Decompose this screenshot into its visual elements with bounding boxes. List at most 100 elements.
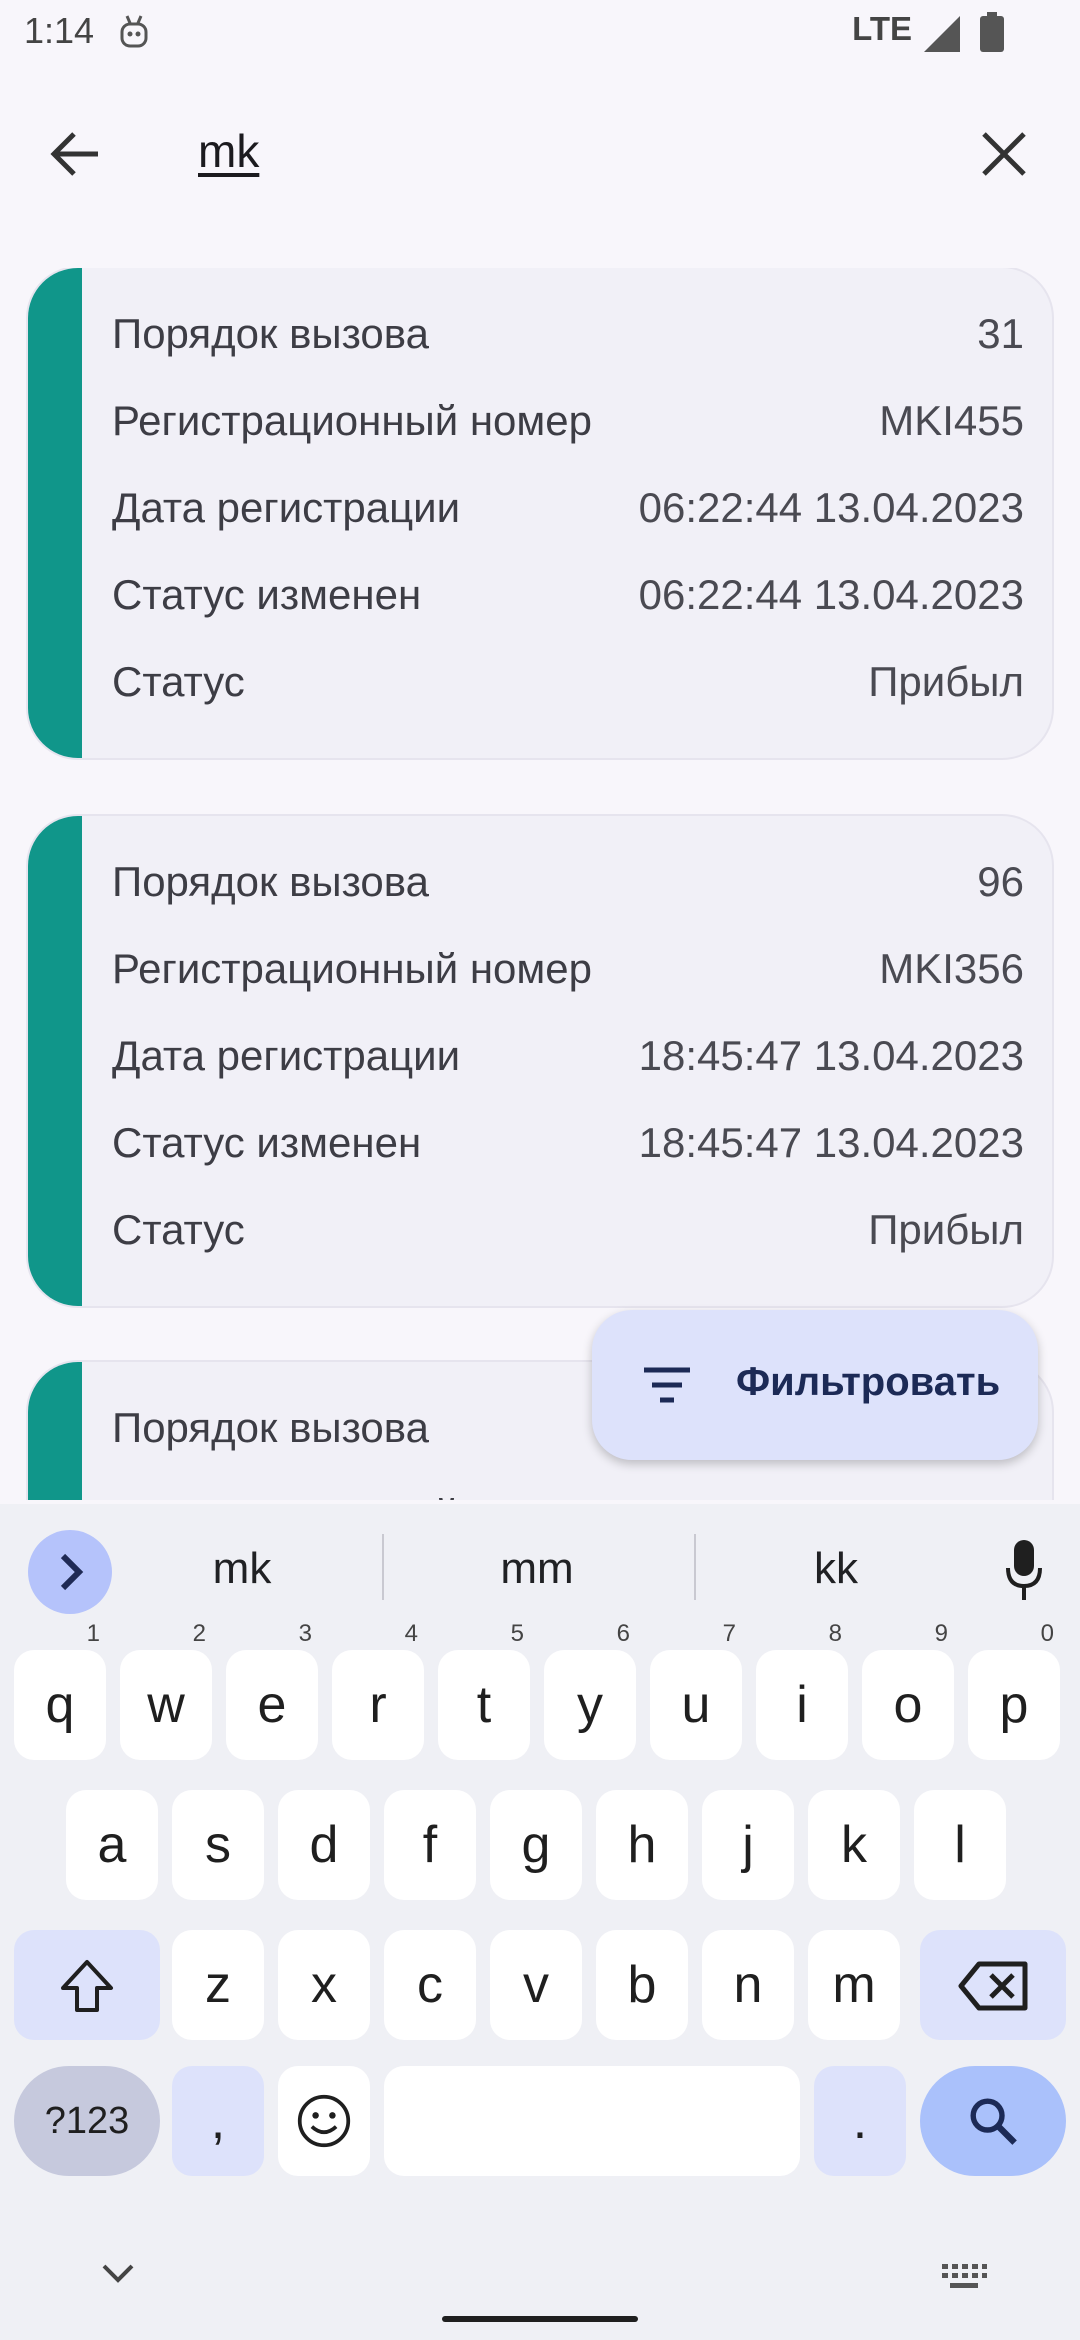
keyboard-switch-icon[interactable]: [940, 2262, 988, 2292]
search-bar: mk: [0, 84, 1080, 224]
key-l[interactable]: l: [914, 1790, 1006, 1900]
key-v[interactable]: v: [490, 1930, 582, 2040]
filter-button[interactable]: Фильтровать: [592, 1310, 1038, 1460]
key-g[interactable]: g: [490, 1790, 582, 1900]
back-arrow-icon[interactable]: [46, 124, 106, 184]
key-t[interactable]: 5t: [438, 1620, 530, 1760]
space-key[interactable]: [384, 2066, 800, 2176]
key-hint: 4: [404, 1620, 418, 1647]
search-key[interactable]: [920, 2066, 1066, 2176]
key-n[interactable]: n: [702, 1930, 794, 2040]
key-hint: 2: [192, 1620, 206, 1647]
key-hint: 0: [1040, 1620, 1054, 1647]
card-row-order: Порядок вызова 96: [112, 850, 1024, 910]
key-c[interactable]: c: [384, 1930, 476, 2040]
backspace-key[interactable]: [920, 1930, 1066, 2040]
field-value: 18:45:47 13.04.2023: [638, 1032, 1024, 1079]
field-value: Прибыл: [868, 658, 1024, 705]
key-d[interactable]: d: [278, 1790, 370, 1900]
field-value: Прибыл: [868, 1206, 1024, 1253]
symbols-key[interactable]: ?123: [14, 2066, 160, 2176]
key-label: p: [999, 1676, 1029, 1734]
hide-keyboard-icon[interactable]: [100, 2262, 136, 2286]
field-value: 06:22:44 13.04.2023: [638, 484, 1024, 531]
comma-key[interactable]: ,: [172, 2066, 264, 2176]
key-z[interactable]: z: [172, 1930, 264, 2040]
key-label: r: [369, 1676, 387, 1734]
key-x[interactable]: x: [278, 1930, 370, 2040]
result-card[interactable]: Порядок вызова 96 Регистрационный номер …: [28, 816, 1052, 1306]
network-type: LTE: [852, 10, 912, 47]
key-r[interactable]: 4r: [332, 1620, 424, 1760]
soft-keyboard: mk mm kk 1q 2w 3e 4r 5t 6y 7u 8i 9o 0p a…: [0, 1504, 1080, 2340]
emoji-key[interactable]: [278, 2066, 370, 2176]
microphone-icon[interactable]: [1004, 1540, 1044, 1602]
shift-key[interactable]: [14, 1930, 160, 2040]
key-a[interactable]: a: [66, 1790, 158, 1900]
key-hint: 3: [298, 1620, 312, 1647]
field-value: 18:45:47 13.04.2023: [638, 1119, 1024, 1166]
key-j[interactable]: j: [702, 1790, 794, 1900]
key-hint: 8: [828, 1620, 842, 1647]
close-icon[interactable]: [974, 124, 1034, 184]
key-s[interactable]: s: [172, 1790, 264, 1900]
field-label: Порядок вызова: [112, 1404, 429, 1451]
card-row-reg-number: Регистрационный номер MKI455: [112, 389, 1024, 449]
emoji-icon: [297, 2094, 351, 2148]
key-label: o: [893, 1676, 923, 1734]
key-f[interactable]: f: [384, 1790, 476, 1900]
field-value: 96: [977, 858, 1024, 905]
suggestion-1[interactable]: mk: [200, 1544, 284, 1594]
shift-icon: [61, 1960, 113, 2012]
field-label: Статус изменен: [112, 1119, 422, 1166]
key-y[interactable]: 6y: [544, 1620, 636, 1760]
card-row-reg-number: Регистрационный номер MKI500: [112, 1483, 1024, 1500]
field-label: Порядок вызова: [112, 310, 429, 357]
result-card[interactable]: Порядок вызова 31 Регистрационный номер …: [28, 268, 1052, 758]
key-label: t: [476, 1676, 492, 1734]
field-label: Порядок вызова: [112, 858, 429, 905]
search-input[interactable]: mk: [198, 124, 259, 178]
home-indicator[interactable]: [442, 2316, 638, 2322]
key-q[interactable]: 1q: [14, 1620, 106, 1760]
key-b[interactable]: b: [596, 1930, 688, 2040]
key-hint: 1: [86, 1620, 100, 1647]
field-value: MKI500: [879, 1491, 1024, 1500]
key-w[interactable]: 2w: [120, 1620, 212, 1760]
status-bar: 1:14 LTE: [0, 0, 1080, 66]
key-hint: 5: [510, 1620, 524, 1647]
key-label: y: [577, 1676, 603, 1734]
key-label: q: [45, 1676, 75, 1734]
field-label: Статус: [112, 658, 245, 705]
field-label: Статус: [112, 1206, 245, 1253]
suggestion-strip: mk mm kk: [0, 1504, 1080, 1638]
key-m[interactable]: m: [808, 1930, 900, 2040]
suggestion-3[interactable]: kk: [794, 1544, 878, 1594]
key-label: i: [796, 1676, 808, 1734]
key-i[interactable]: 8i: [756, 1620, 848, 1760]
key-u[interactable]: 7u: [650, 1620, 742, 1760]
field-label: Регистрационный номер: [112, 397, 592, 444]
key-k[interactable]: k: [808, 1790, 900, 1900]
key-hint: 6: [616, 1620, 630, 1647]
key-hint: 7: [722, 1620, 736, 1647]
card-row-reg-date: Дата регистрации 06:22:44 13.04.2023: [112, 476, 1024, 536]
signal-icon: [924, 16, 960, 52]
suggestion-divider: [382, 1534, 384, 1600]
filter-icon: [644, 1367, 690, 1403]
suggestion-2[interactable]: mm: [490, 1544, 584, 1594]
field-label: Дата регистрации: [112, 484, 461, 531]
card-accent-bar: [28, 268, 82, 758]
expand-suggestions-button[interactable]: [28, 1530, 112, 1614]
field-label: Регистрационный номер: [112, 1491, 592, 1500]
filter-button-label: Фильтровать: [736, 1360, 1001, 1404]
key-h[interactable]: h: [596, 1790, 688, 1900]
field-value: 31: [977, 310, 1024, 357]
key-e[interactable]: 3e: [226, 1620, 318, 1760]
card-row-reg-number: Регистрационный номер MKI356: [112, 937, 1024, 997]
key-p[interactable]: 0p: [968, 1620, 1060, 1760]
field-value: 06:22:44 13.04.2023: [638, 571, 1024, 618]
key-o[interactable]: 9o: [862, 1620, 954, 1760]
period-key[interactable]: .: [814, 2066, 906, 2176]
field-label: Статус изменен: [112, 571, 422, 618]
